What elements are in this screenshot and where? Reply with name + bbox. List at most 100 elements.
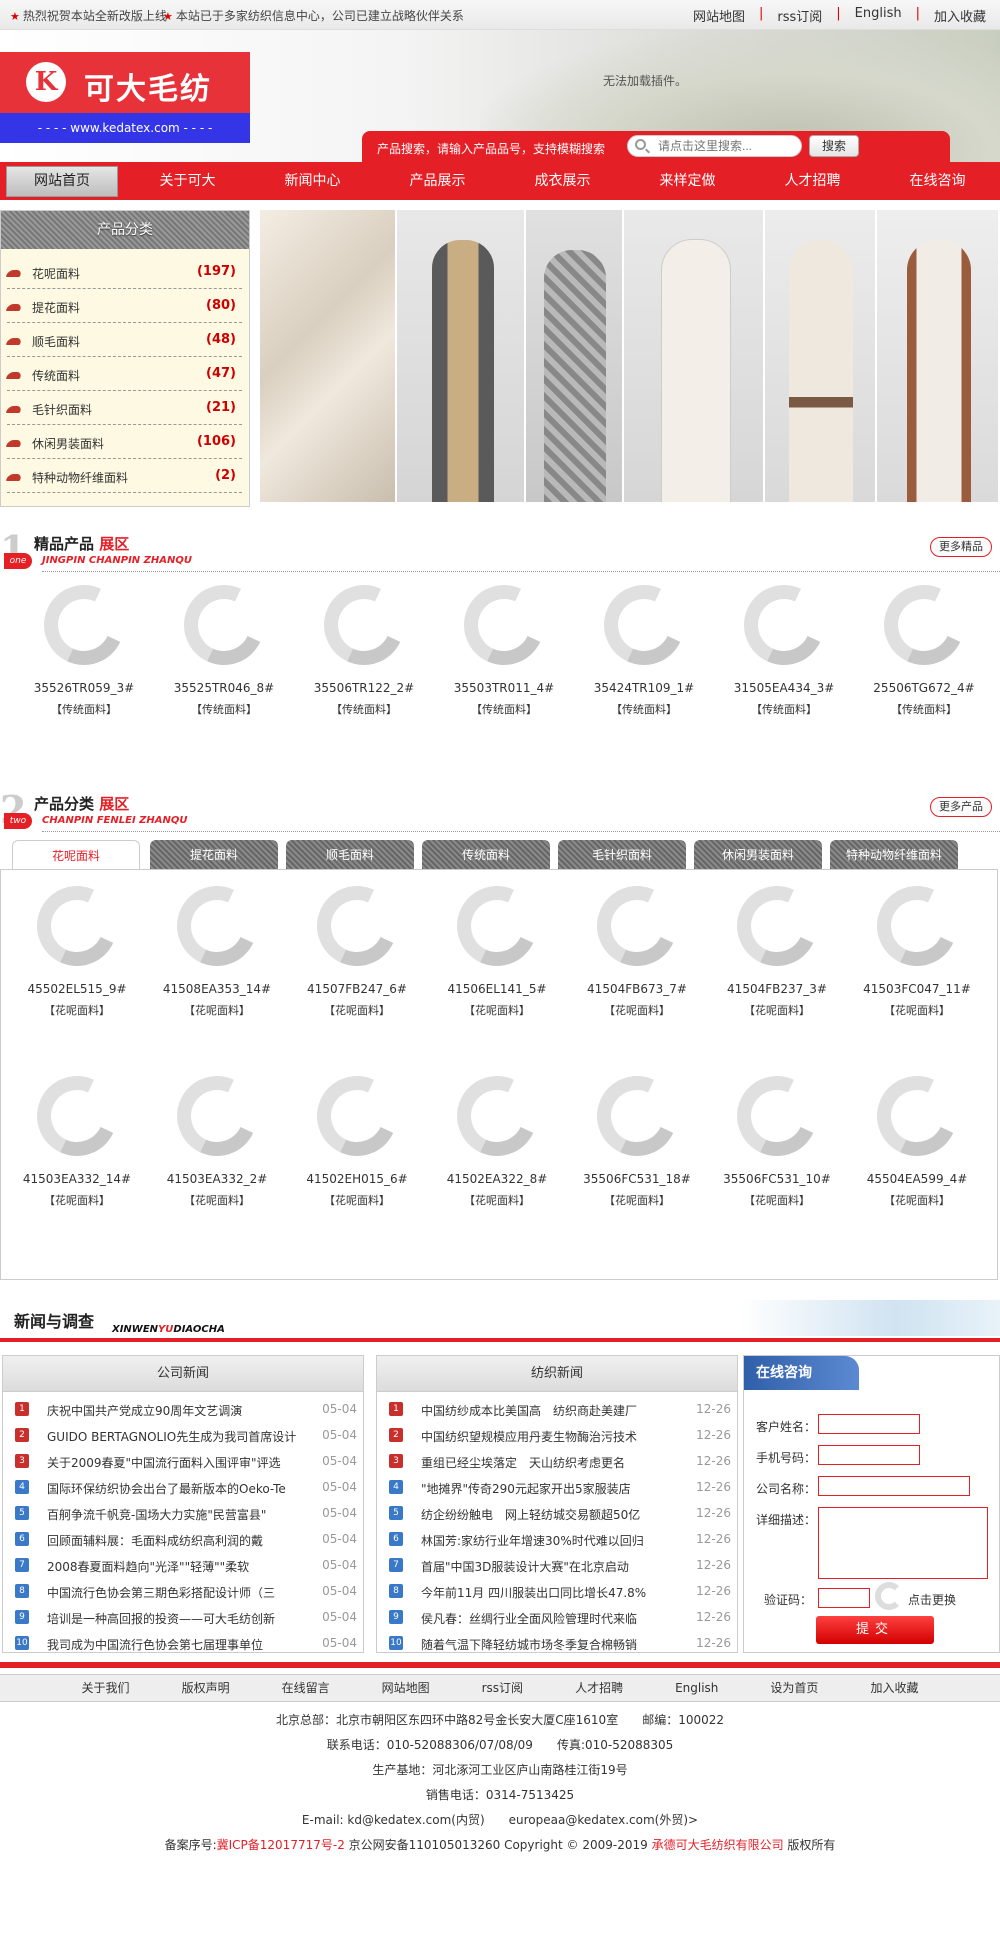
news-headline[interactable]: 国际环保纺织协会出台了最新版本的Oeko-Te (47, 1480, 297, 1497)
news-row[interactable]: 10 随着气温下降轻纺城市场冬季复合棉畅销 12-26 (377, 1630, 737, 1656)
name-field[interactable] (818, 1414, 920, 1434)
category-item[interactable]: 毛针织面料 (21) (5, 391, 242, 425)
product-code[interactable]: 41503EA332_2# (157, 1172, 277, 1186)
category-name[interactable]: 提花面料 (32, 299, 80, 316)
product-card[interactable]: 41502EH015_6# 【花呢面料】 (297, 1064, 417, 1208)
footer-link-sitemap[interactable]: 网站地图 (356, 1675, 456, 1701)
news-headline[interactable]: 纺企纷纷触电 网上轻纺城交易额超50亿 (421, 1506, 671, 1523)
news-row[interactable]: 1 中国纺纱成本比美国高 纺织商赴美建厂 12-26 (377, 1396, 737, 1422)
news-row[interactable]: 2 GUIDO BERTAGNOLIO先生成为我司首席设计师 05-04 (3, 1422, 363, 1448)
news-row[interactable]: 4 "地摊界"传奇290元起家开出5家服装店 12-26 (377, 1474, 737, 1500)
footer-link-about[interactable]: 关于我们 (56, 1675, 156, 1701)
description-field[interactable] (818, 1507, 988, 1579)
product-code[interactable]: 45504EA599_4# (857, 1172, 977, 1186)
search-input[interactable] (627, 135, 802, 157)
tab-tezhong[interactable]: 特种动物纤维面料 (830, 840, 958, 870)
news-row[interactable]: 6 林国芳:家纺行业年增速30%时代难以回归 12-26 (377, 1526, 737, 1552)
product-code[interactable]: 35506TR122_2# (304, 681, 424, 695)
product-code[interactable]: 35503TR011_4# (444, 681, 564, 695)
product-card[interactable]: 35506FC531_10# 【花呢面料】 (717, 1064, 837, 1208)
icp-link[interactable]: 冀ICP备12017717号-2 (217, 1838, 345, 1852)
category-item[interactable]: 休闲男装面料 (106) (5, 425, 242, 459)
product-card[interactable]: 45504EA599_4# 【花呢面料】 (857, 1064, 977, 1208)
more-products-button[interactable]: 更多产品 (930, 797, 992, 817)
footer-email[interactable]: E-mail: kd@kedatex.com(内贸) europeaa@keda… (0, 1811, 1000, 1828)
product-code[interactable]: 41503EA332_14# (17, 1172, 137, 1186)
news-headline[interactable]: 关于2009春夏"中国流行面料入围评审"评选 (47, 1454, 297, 1471)
product-card[interactable]: 41503EA332_14# 【花呢面料】 (17, 1064, 137, 1208)
news-row[interactable]: 5 纺企纷纷触电 网上轻纺城交易额超50亿 12-26 (377, 1500, 737, 1526)
news-row[interactable]: 1 庆祝中国共产党成立90周年文艺调演 05-04 (3, 1396, 363, 1422)
tab-tihua[interactable]: 提花面料 (150, 840, 278, 870)
product-code[interactable]: 41506EL141_5# (437, 982, 557, 996)
tab-chuantong[interactable]: 传统面料 (422, 840, 550, 870)
news-headline[interactable]: "地摊界"传奇290元起家开出5家服装店 (421, 1480, 671, 1497)
nav-custom[interactable]: 来样定做 (625, 162, 750, 200)
product-card[interactable]: 35526TR059_3# 【传统面料】 (24, 573, 144, 717)
news-headline[interactable]: 侯凡春：丝绸行业全面风险管理时代来临 (421, 1610, 671, 1627)
footer-link-message[interactable]: 在线留言 (256, 1675, 356, 1701)
product-card[interactable]: 41502EA322_8# 【花呢面料】 (437, 1064, 557, 1208)
news-headline[interactable]: 中国流行色协会第三期色彩搭配设计师（三 (47, 1584, 297, 1601)
top-link-sitemap[interactable]: 网站地图 (679, 6, 759, 25)
product-card[interactable]: 35525TR046_8# 【传统面料】 (164, 573, 284, 717)
category-item[interactable]: 提花面料 (80) (5, 289, 242, 323)
footer-link-favorite[interactable]: 加入收藏 (844, 1675, 944, 1701)
news-headline[interactable]: 重组已经尘埃落定 天山纺织考虑更名 (421, 1454, 671, 1471)
industry-news-title[interactable]: 纺织新闻 (377, 1356, 737, 1392)
product-card[interactable]: 25506TG672_4# 【传统面料】 (864, 573, 984, 717)
nav-about[interactable]: 关于可大 (125, 162, 250, 200)
category-name[interactable]: 花呢面料 (32, 265, 80, 282)
product-card[interactable]: 31505EA434_3# 【传统面料】 (724, 573, 844, 717)
category-name[interactable]: 顺毛面料 (32, 333, 80, 350)
captcha-image[interactable] (875, 1582, 903, 1610)
news-headline[interactable]: 今年前11月 四川服装出口同比增长47.8% (421, 1584, 671, 1601)
top-link-english[interactable]: English (841, 6, 916, 25)
product-code[interactable]: 41504FB673_7# (577, 982, 697, 996)
footer-link-jobs[interactable]: 人才招聘 (549, 1675, 649, 1701)
tab-shunmao[interactable]: 顺毛面料 (286, 840, 414, 870)
news-row[interactable]: 6 回顾面辅料展：毛面料成纺织高利润的戴 05-04 (3, 1526, 363, 1552)
category-item[interactable]: 传统面料 (47) (5, 357, 242, 391)
footer-link-english[interactable]: English (649, 1675, 744, 1701)
product-card[interactable]: 35506TR122_2# 【传统面料】 (304, 573, 424, 717)
product-card[interactable]: 45502EL515_9# 【花呢面料】 (17, 874, 137, 1018)
product-code[interactable]: 41503FC047_11# (857, 982, 977, 996)
news-headline[interactable]: GUIDO BERTAGNOLIO先生成为我司首席设计师 (47, 1428, 297, 1445)
fashion-banner[interactable] (260, 210, 1000, 502)
product-card[interactable]: 41506EL141_5# 【花呢面料】 (437, 874, 557, 1018)
news-headline[interactable]: 随着气温下降轻纺城市场冬季复合棉畅销 (421, 1636, 671, 1653)
nav-consult[interactable]: 在线咨询 (875, 162, 1000, 200)
news-row[interactable]: 3 关于2009春夏"中国流行面料入围评审"评选 05-04 (3, 1448, 363, 1474)
product-card[interactable]: 41504FB237_3# 【花呢面料】 (717, 874, 837, 1018)
news-row[interactable]: 4 国际环保纺织协会出台了最新版本的Oeko-Te 05-04 (3, 1474, 363, 1500)
product-card[interactable]: 41507FB247_6# 【花呢面料】 (297, 874, 417, 1018)
top-link-rss[interactable]: rss订阅 (763, 6, 836, 25)
category-item[interactable]: 特种动物纤维面料 (2) (5, 459, 242, 493)
captcha-refresh[interactable]: 点击更换 (908, 1591, 956, 1608)
tab-maozhenzhi[interactable]: 毛针织面料 (558, 840, 686, 870)
product-card[interactable]: 41508EA353_14# 【花呢面料】 (157, 874, 277, 1018)
category-name[interactable]: 传统面料 (32, 367, 80, 384)
news-headline[interactable]: 庆祝中国共产党成立90周年文艺调演 (47, 1402, 297, 1419)
top-link-favorite[interactable]: 加入收藏 (920, 6, 1000, 25)
news-headline[interactable]: 中国纺纱成本比美国高 纺织商赴美建厂 (421, 1402, 671, 1419)
news-row[interactable]: 7 2008春夏面料趋向"光泽""轻薄""柔软 05-04 (3, 1552, 363, 1578)
news-headline[interactable]: 百舸争流千帆竞-国场大力实施"民营富县" (47, 1506, 297, 1523)
nav-home-active[interactable]: 网站首页 (6, 166, 118, 197)
product-code[interactable]: 35526TR059_3# (24, 681, 144, 695)
product-code[interactable]: 35424TR109_1# (584, 681, 704, 695)
product-code[interactable]: 41507FB247_6# (297, 982, 417, 996)
product-code[interactable]: 35506FC531_10# (717, 1172, 837, 1186)
product-card[interactable]: 35424TR109_1# 【传统面料】 (584, 573, 704, 717)
tab-xiuxian[interactable]: 休闲男装面料 (694, 840, 822, 870)
submit-button[interactable]: 提交 (816, 1616, 934, 1644)
news-row[interactable]: 8 中国流行色协会第三期色彩搭配设计师（三 05-04 (3, 1578, 363, 1604)
product-code[interactable]: 41508EA353_14# (157, 982, 277, 996)
company-link[interactable]: 承德可大毛纺织有限公司 (652, 1838, 784, 1852)
product-code[interactable]: 31505EA434_3# (724, 681, 844, 695)
product-card[interactable]: 35506FC531_18# 【花呢面料】 (577, 1064, 697, 1208)
footer-link-rss[interactable]: rss订阅 (456, 1675, 549, 1701)
footer-link-homepage[interactable]: 设为首页 (744, 1675, 844, 1701)
news-headline[interactable]: 2008春夏面料趋向"光泽""轻薄""柔软 (47, 1558, 297, 1575)
